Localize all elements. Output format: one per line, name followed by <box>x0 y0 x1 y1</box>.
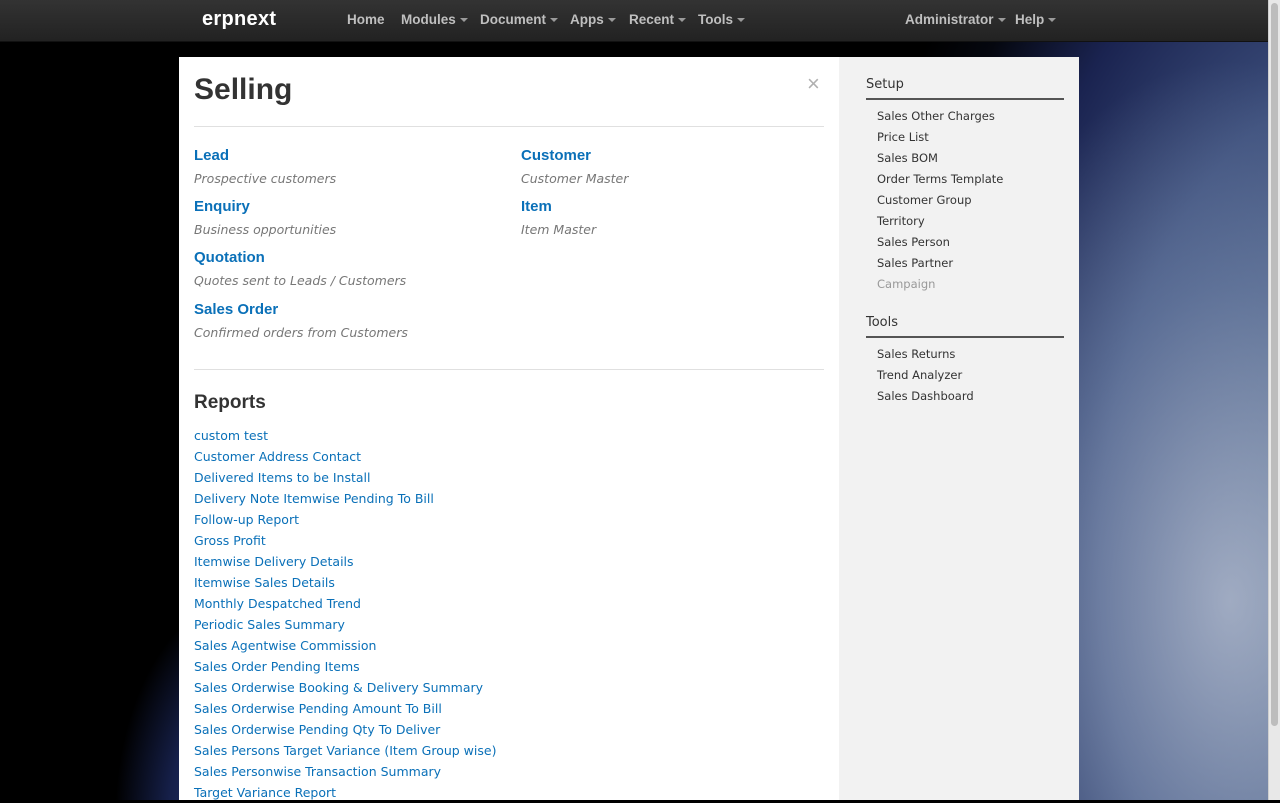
nav-administrator-label: Administrator <box>905 12 994 27</box>
doc-item-customer: Customer Customer Master <box>521 147 628 186</box>
nav-document[interactable]: Document <box>480 12 559 27</box>
nav-home-label: Home <box>347 12 385 27</box>
report-link[interactable]: Sales Orderwise Pending Qty To Deliver <box>194 719 496 740</box>
nav-help[interactable]: Help <box>1015 12 1057 27</box>
nav-document-label: Document <box>480 12 547 27</box>
right-sidebar: Setup Sales Other Charges Price List Sal… <box>839 57 1079 800</box>
doc-item-enquiry: Enquiry Business opportunities <box>194 198 336 237</box>
doc-link-enquiry[interactable]: Enquiry <box>194 198 336 215</box>
chevron-down-icon <box>1048 18 1057 23</box>
doc-description: Prospective customers <box>194 171 337 186</box>
doc-description: Business opportunities <box>194 222 337 237</box>
report-link[interactable]: Follow-up Report <box>194 509 496 530</box>
report-link[interactable]: Monthly Despatched Trend <box>194 593 496 614</box>
doc-link-lead[interactable]: Lead <box>194 147 336 164</box>
chevron-down-icon <box>607 18 616 23</box>
divider <box>194 369 824 370</box>
nav-modules-label: Modules <box>401 12 456 27</box>
doc-description: Customer Master <box>521 171 629 186</box>
doc-item-item: Item Item Master <box>521 198 596 237</box>
setup-heading: Setup <box>866 77 1064 100</box>
doc-item-sales-order: Sales Order Confirmed orders from Custom… <box>194 301 408 340</box>
module-page-panel: Selling × Lead Prospective customers Enq… <box>179 57 1079 800</box>
report-link[interactable]: Sales Orderwise Booking & Delivery Summa… <box>194 677 496 698</box>
report-link[interactable]: Sales Order Pending Items <box>194 656 496 677</box>
report-link[interactable]: Customer Address Contact <box>194 446 496 467</box>
sidebar-item-sales-other-charges[interactable]: Sales Other Charges <box>866 106 1064 127</box>
doc-link-quotation[interactable]: Quotation <box>194 249 406 266</box>
doc-item-lead: Lead Prospective customers <box>194 147 336 186</box>
sidebar-item-campaign: Campaign <box>877 277 936 291</box>
sidebar-item-sales-bom[interactable]: Sales BOM <box>866 148 1064 169</box>
chevron-down-icon <box>678 18 687 23</box>
nav-modules[interactable]: Modules <box>401 12 468 27</box>
nav-tools[interactable]: Tools <box>698 12 745 27</box>
divider <box>194 126 824 127</box>
sidebar-item-price-list[interactable]: Price List <box>866 127 1064 148</box>
report-link[interactable]: Sales Persons Target Variance (Item Grou… <box>194 740 496 761</box>
sidebar-item-sales-person[interactable]: Sales Person <box>866 232 1064 253</box>
top-navbar: erpnext Home Modules Document Apps Recen… <box>0 0 1268 42</box>
sidebar-item-sales-dashboard[interactable]: Sales Dashboard <box>866 386 1064 407</box>
report-link[interactable]: Delivery Note Itemwise Pending To Bill <box>194 488 496 509</box>
report-link[interactable]: custom test <box>194 425 496 446</box>
sidebar-item-sales-partner[interactable]: Sales Partner <box>866 253 1064 274</box>
tools-section: Tools Sales Returns Trend Analyzer Sales… <box>866 315 1064 407</box>
nav-recent[interactable]: Recent <box>629 12 687 27</box>
main-content: Selling × Lead Prospective customers Enq… <box>179 57 839 800</box>
setup-section: Setup Sales Other Charges Price List Sal… <box>866 77 1064 295</box>
chevron-down-icon <box>737 18 745 23</box>
scrollbar-thumb[interactable] <box>1271 3 1278 726</box>
reports-list: custom test Customer Address Contact Del… <box>194 425 496 803</box>
reports-heading: Reports <box>194 392 266 413</box>
vertical-scrollbar[interactable] <box>1268 0 1280 800</box>
sidebar-item-order-terms-template[interactable]: Order Terms Template <box>866 169 1064 190</box>
sidebar-item-sales-returns[interactable]: Sales Returns <box>866 344 1064 365</box>
sidebar-item-trend-analyzer[interactable]: Trend Analyzer <box>866 365 1064 386</box>
nav-home[interactable]: Home <box>347 12 385 27</box>
report-link[interactable]: Itemwise Delivery Details <box>194 551 496 572</box>
report-link[interactable]: Sales Personwise Transaction Summary <box>194 761 496 782</box>
report-link[interactable]: Itemwise Sales Details <box>194 572 496 593</box>
sidebar-item-customer-group[interactable]: Customer Group <box>866 190 1064 211</box>
report-link[interactable]: Periodic Sales Summary <box>194 614 496 635</box>
doc-link-sales-order[interactable]: Sales Order <box>194 301 408 318</box>
nav-recent-label: Recent <box>629 12 675 27</box>
report-link[interactable]: Sales Orderwise Pending Amount To Bill <box>194 698 496 719</box>
doc-description: Quotes sent to Leads / Customers <box>194 273 407 288</box>
page-title: Selling <box>194 73 293 106</box>
report-link[interactable]: Delivered Items to be Install <box>194 467 496 488</box>
chevron-down-icon <box>997 18 1006 23</box>
doc-link-customer[interactable]: Customer <box>521 147 628 164</box>
close-icon[interactable]: × <box>807 71 820 97</box>
doc-description: Confirmed orders from Customers <box>194 325 408 340</box>
doc-link-item[interactable]: Item <box>521 198 596 215</box>
nav-apps[interactable]: Apps <box>570 12 616 27</box>
sidebar-item-territory[interactable]: Territory <box>866 211 1064 232</box>
chevron-down-icon <box>459 18 468 23</box>
nav-help-label: Help <box>1015 12 1045 27</box>
nav-tools-label: Tools <box>698 12 733 27</box>
brand-logo[interactable]: erpnext <box>202 8 276 31</box>
doc-description: Item Master <box>521 222 597 237</box>
chevron-down-icon <box>550 18 559 23</box>
doc-item-quotation: Quotation Quotes sent to Leads / Custome… <box>194 249 406 288</box>
tools-heading: Tools <box>866 315 1064 338</box>
report-link[interactable]: Sales Agentwise Commission <box>194 635 496 656</box>
report-link[interactable]: Gross Profit <box>194 530 496 551</box>
nav-administrator[interactable]: Administrator <box>905 12 1006 27</box>
nav-apps-label: Apps <box>570 12 604 27</box>
